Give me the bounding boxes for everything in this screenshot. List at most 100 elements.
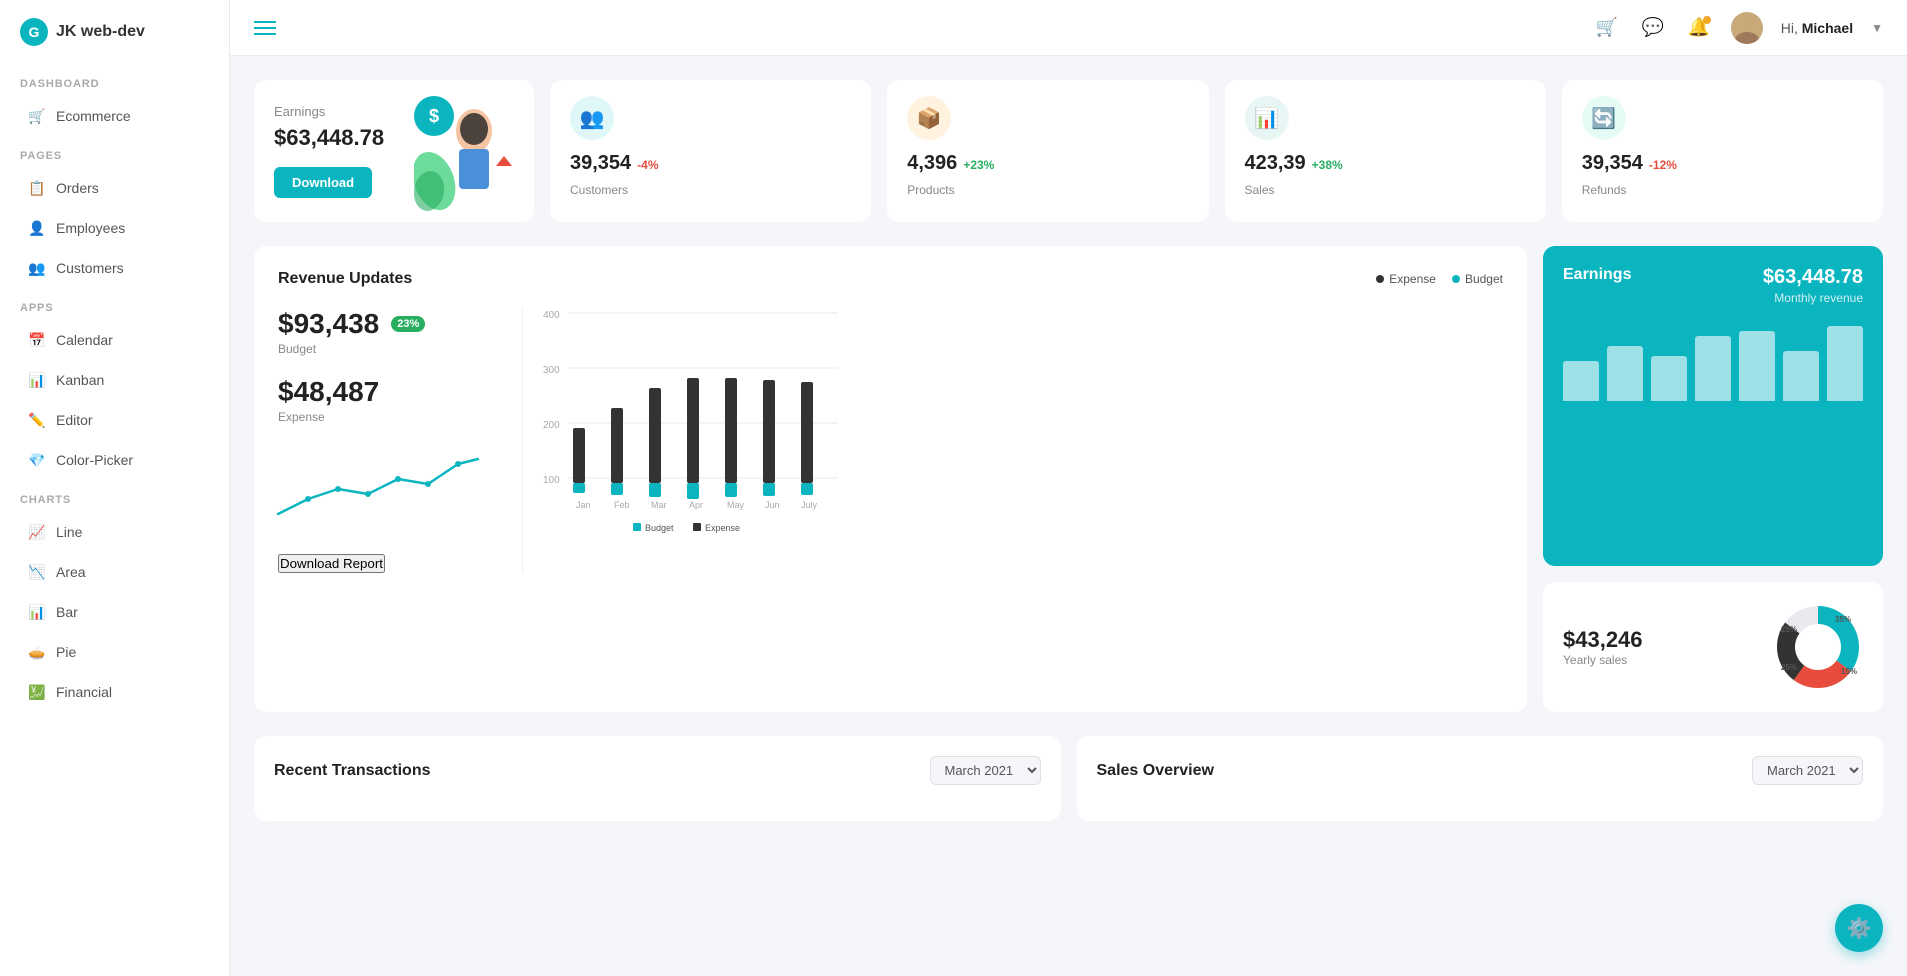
avatar[interactable] xyxy=(1731,12,1763,44)
sidebar-item-bar[interactable]: 📊 Bar xyxy=(8,593,221,631)
customers-icon: 👥 xyxy=(28,259,46,277)
dropdown-arrow[interactable]: ▼ xyxy=(1871,21,1883,35)
sales-overview-title: Sales Overview xyxy=(1097,762,1214,780)
right-column: Earnings $63,448.78 Monthly revenue xyxy=(1543,246,1883,712)
yearly-label: Yearly sales xyxy=(1563,653,1643,667)
sales-stat-icon: 📊 xyxy=(1245,96,1289,140)
budget-dot xyxy=(1452,275,1460,283)
sidebar-item-ecommerce[interactable]: 🛒 Ecommerce xyxy=(8,97,221,135)
section-pages: PAGES xyxy=(0,136,229,168)
refunds-stat-change: -12% xyxy=(1649,158,1677,172)
products-stat-icon: 📦 xyxy=(907,96,951,140)
products-stat-change: +23% xyxy=(963,158,994,172)
sidebar-item-editor[interactable]: ✏️ Editor xyxy=(8,401,221,439)
sidebar-label-financial: Financial xyxy=(56,684,112,700)
svg-text:Feb: Feb xyxy=(614,500,630,510)
sales-stat-change: +38% xyxy=(1312,158,1343,172)
svg-text:25%: 25% xyxy=(1781,663,1797,672)
line-chart-icon: 📈 xyxy=(28,523,46,541)
download-button[interactable]: Download xyxy=(274,167,372,198)
kanban-icon: 📊 xyxy=(28,371,46,389)
sidebar-label-color-picker: Color-Picker xyxy=(56,452,133,468)
sales-overview-month-select[interactable]: March 2021 xyxy=(1752,756,1863,785)
refunds-stat-icon: 🔄 xyxy=(1582,96,1626,140)
bar-chart-section: 400 300 200 100 xyxy=(522,308,1503,573)
sidebar-item-orders[interactable]: 📋 Orders xyxy=(8,169,221,207)
sidebar-label-line: Line xyxy=(56,524,82,540)
transactions-card: Recent Transactions March 2021 xyxy=(254,736,1061,821)
transactions-month-select[interactable]: March 2021 xyxy=(930,756,1041,785)
budget-metric: $93,438 23% Budget xyxy=(278,308,498,356)
cart-icon[interactable]: 🛒 xyxy=(1593,14,1621,42)
logo-icon: G xyxy=(20,18,48,46)
notification-icon[interactable]: 🔔 xyxy=(1685,14,1713,42)
topbar-right: 🛒 💬 🔔 Hi, Michael ▼ xyxy=(1593,12,1883,44)
chat-icon[interactable]: 💬 xyxy=(1639,14,1667,42)
bar-chart-icon: 📊 xyxy=(28,603,46,621)
download-report-button[interactable]: Download Report xyxy=(278,554,385,573)
budget-value: $93,438 xyxy=(278,308,379,340)
sidebar-item-customers[interactable]: 👥 Customers xyxy=(8,249,221,287)
mini-bar-4 xyxy=(1695,336,1731,401)
sales-stat-value: 423,39 xyxy=(1245,152,1306,175)
sidebar-item-calendar[interactable]: 📅 Calendar xyxy=(8,321,221,359)
revenue-header: Revenue Updates Expense Budget xyxy=(278,270,1503,288)
sidebar-label-employees: Employees xyxy=(56,220,125,236)
fab-settings[interactable]: ⚙️ xyxy=(1835,904,1883,952)
sidebar-item-kanban[interactable]: 📊 Kanban xyxy=(8,361,221,399)
sidebar-item-financial[interactable]: 💹 Financial xyxy=(8,673,221,711)
svg-text:Jun: Jun xyxy=(765,500,780,510)
sales-stat-values: 423,39 +38% xyxy=(1245,152,1343,175)
yearly-sales-card: $43,246 Yearly sales xyxy=(1543,582,1883,712)
section-charts: CHARTS xyxy=(0,480,229,512)
revenue-card: Revenue Updates Expense Budget xyxy=(254,246,1527,712)
earnings-teal-card: Earnings $63,448.78 Monthly revenue xyxy=(1543,246,1883,566)
logo[interactable]: G JK web-dev xyxy=(0,0,229,64)
notification-badge xyxy=(1703,16,1711,24)
sidebar-label-customers: Customers xyxy=(56,260,124,276)
stat-card-products: 📦 4,396 +23% Products xyxy=(887,80,1208,222)
sidebar-label-editor: Editor xyxy=(56,412,93,428)
et-amount: $63,448.78 xyxy=(1763,266,1863,289)
stat-card-sales: 📊 423,39 +38% Sales xyxy=(1225,80,1546,222)
products-stat-value: 4,396 xyxy=(907,152,957,175)
yearly-text: $43,246 Yearly sales xyxy=(1563,627,1643,667)
sidebar-item-line[interactable]: 📈 Line xyxy=(8,513,221,551)
sidebar-item-color-picker[interactable]: 💎 Color-Picker xyxy=(8,441,221,479)
mini-bar-chart xyxy=(1563,321,1863,401)
sidebar-item-area[interactable]: 📉 Area xyxy=(8,553,221,591)
revenue-metrics-section: $93,438 23% Budget $48,487 Expense xyxy=(278,308,498,573)
calendar-icon: 📅 xyxy=(28,331,46,349)
section-dashboard: DASHBOARD xyxy=(0,64,229,96)
earnings-card: Earnings $63,448.78 Download $ xyxy=(254,80,534,222)
sidebar-label-calendar: Calendar xyxy=(56,332,113,348)
sales-stat-label: Sales xyxy=(1245,183,1275,197)
svg-text:100: 100 xyxy=(543,475,560,486)
svg-text:May: May xyxy=(727,500,745,510)
svg-text:400: 400 xyxy=(543,310,560,321)
customers-stat-change: -4% xyxy=(637,158,658,172)
svg-text:July: July xyxy=(801,500,818,510)
et-amount-section: $63,448.78 Monthly revenue xyxy=(1763,266,1863,305)
line-chart xyxy=(278,444,478,534)
earnings-illustration xyxy=(404,80,524,222)
sidebar-item-pie[interactable]: 🥧 Pie xyxy=(8,633,221,671)
hamburger-menu[interactable] xyxy=(254,21,276,35)
area-chart-icon: 📉 xyxy=(28,563,46,581)
sidebar-label-ecommerce: Ecommerce xyxy=(56,108,131,124)
color-picker-icon: 💎 xyxy=(28,451,46,469)
products-stat-values: 4,396 +23% xyxy=(907,152,994,175)
stat-card-refunds: 🔄 39,354 -12% Refunds xyxy=(1562,80,1883,222)
sidebar-item-employees[interactable]: 👤 Employees xyxy=(8,209,221,247)
svg-text:25%: 25% xyxy=(1781,625,1797,634)
legend-budget: Budget xyxy=(1452,272,1503,286)
budget-label: Budget xyxy=(278,342,498,356)
budget-badge: 23% xyxy=(391,316,425,332)
transactions-header: Recent Transactions March 2021 xyxy=(274,756,1041,785)
svg-text:35%: 35% xyxy=(1835,615,1851,624)
revenue-title: Revenue Updates xyxy=(278,270,412,288)
donut-chart: 25% 35% 25% 15% xyxy=(1773,602,1863,692)
sidebar-label-orders: Orders xyxy=(56,180,99,196)
logo-text: JK web-dev xyxy=(56,23,145,41)
refunds-stat-value: 39,354 xyxy=(1582,152,1643,175)
